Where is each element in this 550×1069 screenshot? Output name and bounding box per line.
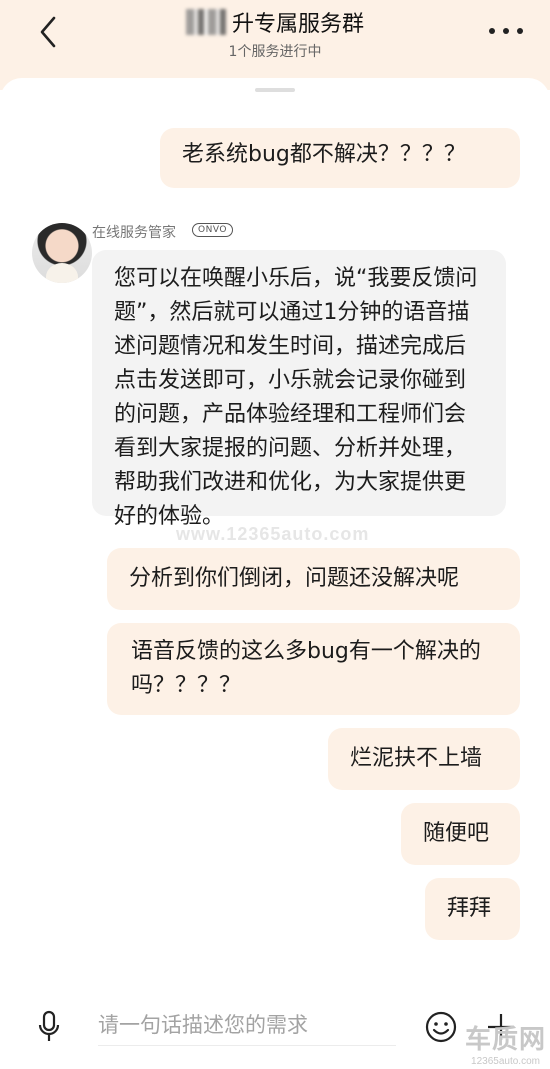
user-message[interactable]: 拜拜 xyxy=(425,878,520,940)
input-bar: 请一句话描述您的需求 车质网 12365auto.com xyxy=(0,990,550,1069)
agent-name: 在线服务管家 xyxy=(92,225,176,241)
user-message[interactable]: 语音反馈的这么多bug有一个解决的吗？？？？ xyxy=(107,623,520,715)
chat-header: 升专属服务群 1个服务进行中 xyxy=(0,0,550,90)
user-message[interactable]: 烂泥扶不上墙 xyxy=(328,728,520,790)
logo-brand: 车质网 xyxy=(464,1024,546,1054)
service-status: 1个服务进行中 xyxy=(228,44,322,60)
chat-area[interactable]: 老系统bug都不解决？？？？ 在线服务管家 ONVO 您可以在唤醒小乐后，说“我… xyxy=(0,78,550,998)
agent-message[interactable]: 您可以在唤醒小乐后，说“我要反馈问题”，然后就可以通过1分钟的语音描述问题情况和… xyxy=(92,250,506,529)
user-message[interactable]: 老系统bug都不解决？？？？ xyxy=(160,128,520,188)
avatar[interactable] xyxy=(32,223,92,283)
user-message[interactable]: 分析到你们倒闭，问题还没解决呢 xyxy=(107,548,520,610)
emoji-icon[interactable] xyxy=(424,1010,458,1044)
mic-icon[interactable] xyxy=(36,1010,62,1044)
message-input[interactable]: 请一句话描述您的需求 xyxy=(98,1004,396,1046)
redacted-name xyxy=(185,9,226,35)
onvo-badge: ONVO xyxy=(192,223,233,237)
watermark: www.12365auto.com xyxy=(176,524,370,544)
title-area: 升专属服务群 1个服务进行中 xyxy=(0,6,550,61)
drag-handle[interactable] xyxy=(255,88,295,92)
more-icon[interactable] xyxy=(486,16,526,46)
group-title: 升专属服务群 xyxy=(231,12,364,37)
site-logo-watermark: 车质网 12365auto.com xyxy=(465,1019,546,1067)
user-message[interactable]: 随便吧 xyxy=(401,803,520,865)
logo-site: 12365auto.com xyxy=(471,1056,540,1067)
